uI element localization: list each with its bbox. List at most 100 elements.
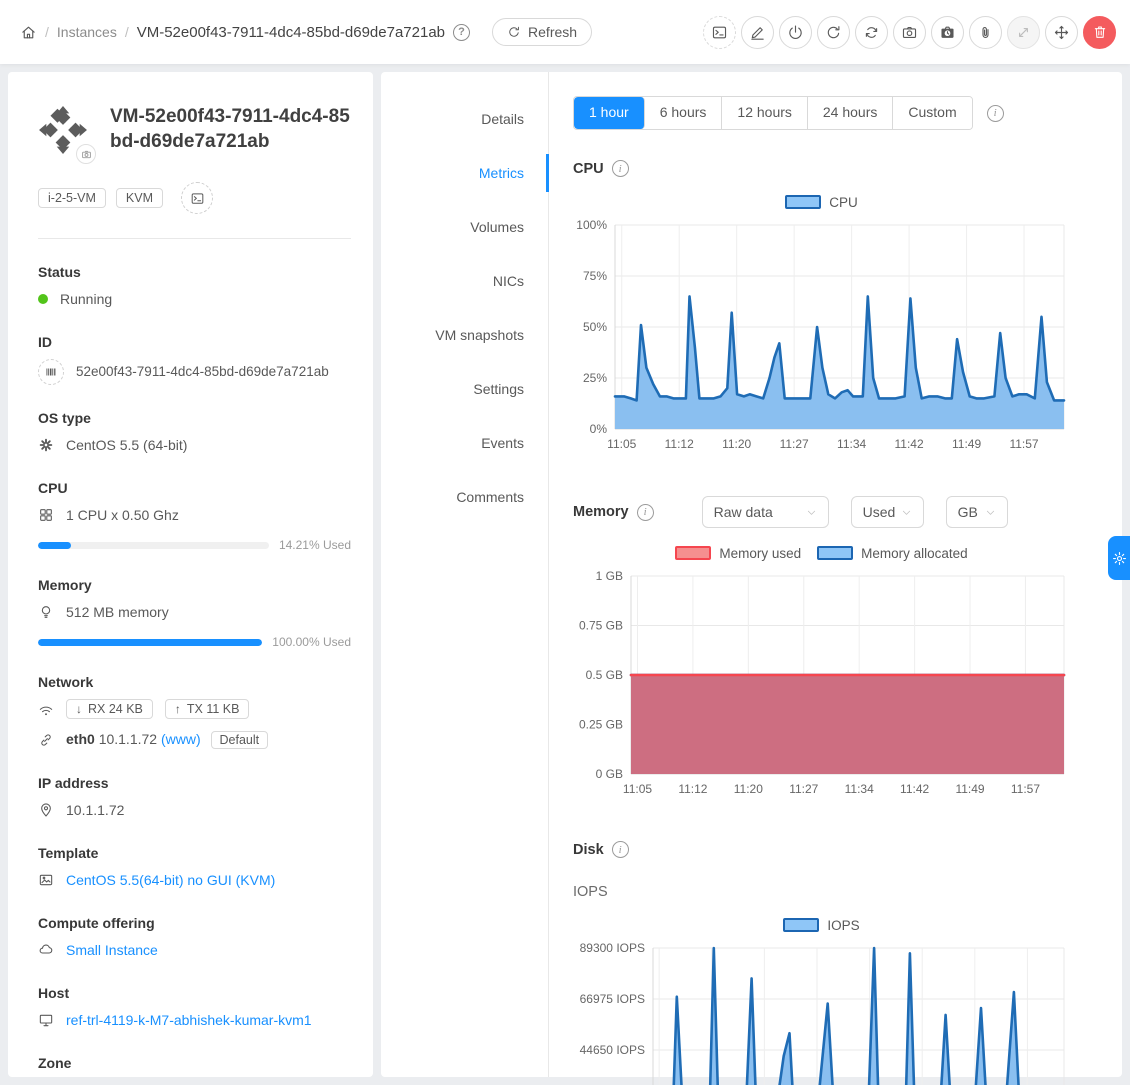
range-12-hours[interactable]: 12 hours	[722, 97, 807, 129]
memory-usage-bar	[38, 639, 262, 646]
memory-spec-value: 512 MB memory	[66, 602, 169, 622]
camera-clock-icon	[939, 24, 956, 41]
edit-icon	[749, 24, 766, 41]
vm-snapshot-button[interactable]	[931, 16, 964, 49]
chevron-down-icon	[901, 507, 912, 518]
disk-info-icon[interactable]: i	[612, 841, 629, 858]
os-value: CentOS 5.5 (64-bit)	[66, 435, 187, 455]
offering-link[interactable]: Small Instance	[66, 940, 158, 960]
console-chip-button[interactable]	[181, 182, 213, 214]
barcode-icon	[38, 359, 64, 385]
memory-unit-select[interactable]: GB	[946, 496, 1008, 528]
desktop-icon	[38, 1012, 54, 1028]
id-value: 52e00f43-7911-4dc4-85bd-d69de7a721ab	[76, 362, 329, 382]
top-bar: / Instances / VM-52e00f43-7911-4dc4-85bd…	[0, 0, 1130, 64]
help-icon[interactable]: ?	[453, 24, 470, 41]
svg-text:11:49: 11:49	[955, 782, 984, 796]
refresh-button[interactable]: Refresh	[492, 18, 592, 46]
memory-allocated-swatch	[817, 546, 853, 560]
os-flower-icon	[38, 437, 54, 453]
range-24-hours[interactable]: 24 hours	[808, 97, 893, 129]
network-link[interactable]: (www)	[161, 731, 201, 747]
vm-internal-name-chip: i-2-5-VM	[38, 188, 106, 208]
range-1-hour[interactable]: 1 hour	[574, 97, 645, 129]
tab-nics[interactable]: NICs	[381, 254, 548, 308]
settings-fab-button[interactable]	[1108, 536, 1130, 580]
svg-text:11:49: 11:49	[952, 437, 981, 451]
gear-icon	[1112, 551, 1127, 566]
memory-mode-select[interactable]: Used	[851, 496, 924, 528]
cpu-label: CPU	[38, 480, 351, 496]
tab-vm-snapshots[interactable]: VM snapshots	[381, 308, 548, 362]
hypervisor-chip: KVM	[116, 188, 163, 208]
iops-legend-item[interactable]: IOPS	[783, 918, 859, 933]
os-section: OS type CentOS 5.5 (64-bit)	[38, 410, 351, 455]
download-arrow-icon: ↓	[76, 702, 82, 716]
cpu-grid-icon	[38, 507, 54, 523]
range-6-hours[interactable]: 6 hours	[645, 97, 723, 129]
scale-vm-button[interactable]	[1007, 16, 1040, 49]
tab-settings[interactable]: Settings	[381, 362, 548, 416]
console-button[interactable]	[703, 16, 736, 49]
svg-text:11:34: 11:34	[845, 782, 874, 796]
reboot-button[interactable]	[817, 16, 850, 49]
memory-usage-text: 100.00% Used	[272, 635, 351, 649]
move-arrows-icon	[1053, 24, 1070, 41]
reinstall-button[interactable]	[855, 16, 888, 49]
power-off-button[interactable]	[779, 16, 812, 49]
range-custom[interactable]: Custom	[893, 97, 971, 129]
zone-label: Zone	[38, 1055, 351, 1071]
take-snapshot-button[interactable]	[893, 16, 926, 49]
migrate-button[interactable]	[1045, 16, 1078, 49]
home-icon[interactable]	[20, 24, 37, 41]
camera-badge-icon[interactable]	[76, 144, 96, 164]
image-icon	[38, 872, 54, 888]
tab-details[interactable]: Details	[381, 92, 548, 146]
rx-chip: ↓RX 24 KB	[66, 699, 153, 719]
template-link[interactable]: CentOS 5.5(64-bit) no GUI (KVM)	[66, 870, 275, 890]
console-icon	[711, 24, 728, 41]
edit-button[interactable]	[741, 16, 774, 49]
paperclip-icon	[977, 24, 994, 41]
svg-text:0.25 GB: 0.25 GB	[579, 718, 623, 732]
tab-metrics[interactable]: Metrics	[381, 146, 548, 200]
tab-volumes[interactable]: Volumes	[381, 200, 548, 254]
memory-allocated-legend-item[interactable]: Memory allocated	[817, 546, 968, 561]
destroy-button[interactable]	[1083, 16, 1116, 49]
status-section: Status Running	[38, 264, 351, 309]
vm-detail-panel: Details Metrics Volumes NICs VM snapshot…	[381, 72, 1122, 1077]
info-icon[interactable]: i	[987, 105, 1004, 122]
svg-text:11:12: 11:12	[678, 782, 707, 796]
nic-ip: 10.1.1.72	[99, 731, 157, 747]
breadcrumb-instances[interactable]: Instances	[57, 24, 117, 40]
memory-info-icon[interactable]: i	[637, 504, 654, 521]
host-label: Host	[38, 985, 351, 1001]
cpu-section: CPU 1 CPU x 0.50 Ghz 14.21% Used	[38, 480, 351, 552]
time-range-tabs: 1 hour 6 hours 12 hours 24 hours Custom	[573, 96, 973, 130]
memory-data-select[interactable]: Raw data	[702, 496, 829, 528]
svg-text:11:05: 11:05	[607, 437, 636, 451]
network-section: Network ↓RX 24 KB ↑TX 11 KB eth0 10.1.1.…	[38, 674, 351, 750]
default-nic-chip: Default	[211, 731, 269, 749]
offering-label: Compute offering	[38, 915, 351, 931]
memory-chart: Memory used Memory allocated 1 GB0.75 GB…	[573, 542, 1098, 807]
wifi-icon	[38, 703, 54, 719]
attach-iso-button[interactable]	[969, 16, 1002, 49]
scale-icon	[1015, 24, 1032, 41]
bulb-icon	[38, 604, 54, 620]
tab-events[interactable]: Events	[381, 416, 548, 470]
memory-used-legend-item[interactable]: Memory used	[675, 546, 801, 561]
breadcrumb-separator: /	[125, 24, 129, 40]
svg-text:11:12: 11:12	[665, 437, 694, 451]
cpu-legend-item[interactable]: CPU	[785, 195, 858, 210]
svg-text:25%: 25%	[583, 371, 607, 385]
cpu-info-icon[interactable]: i	[612, 160, 629, 177]
chevron-down-icon	[985, 507, 996, 518]
ip-value: 10.1.1.72	[66, 800, 124, 820]
tab-comments[interactable]: Comments	[381, 470, 548, 524]
svg-text:11:42: 11:42	[895, 437, 924, 451]
host-link[interactable]: ref-trl-4119-k-M7-abhishek-kumar-kvm1	[66, 1010, 312, 1030]
cpu-chart-title: CPU	[573, 161, 604, 177]
svg-text:0 GB: 0 GB	[596, 767, 623, 781]
svg-text:11:20: 11:20	[734, 782, 763, 796]
